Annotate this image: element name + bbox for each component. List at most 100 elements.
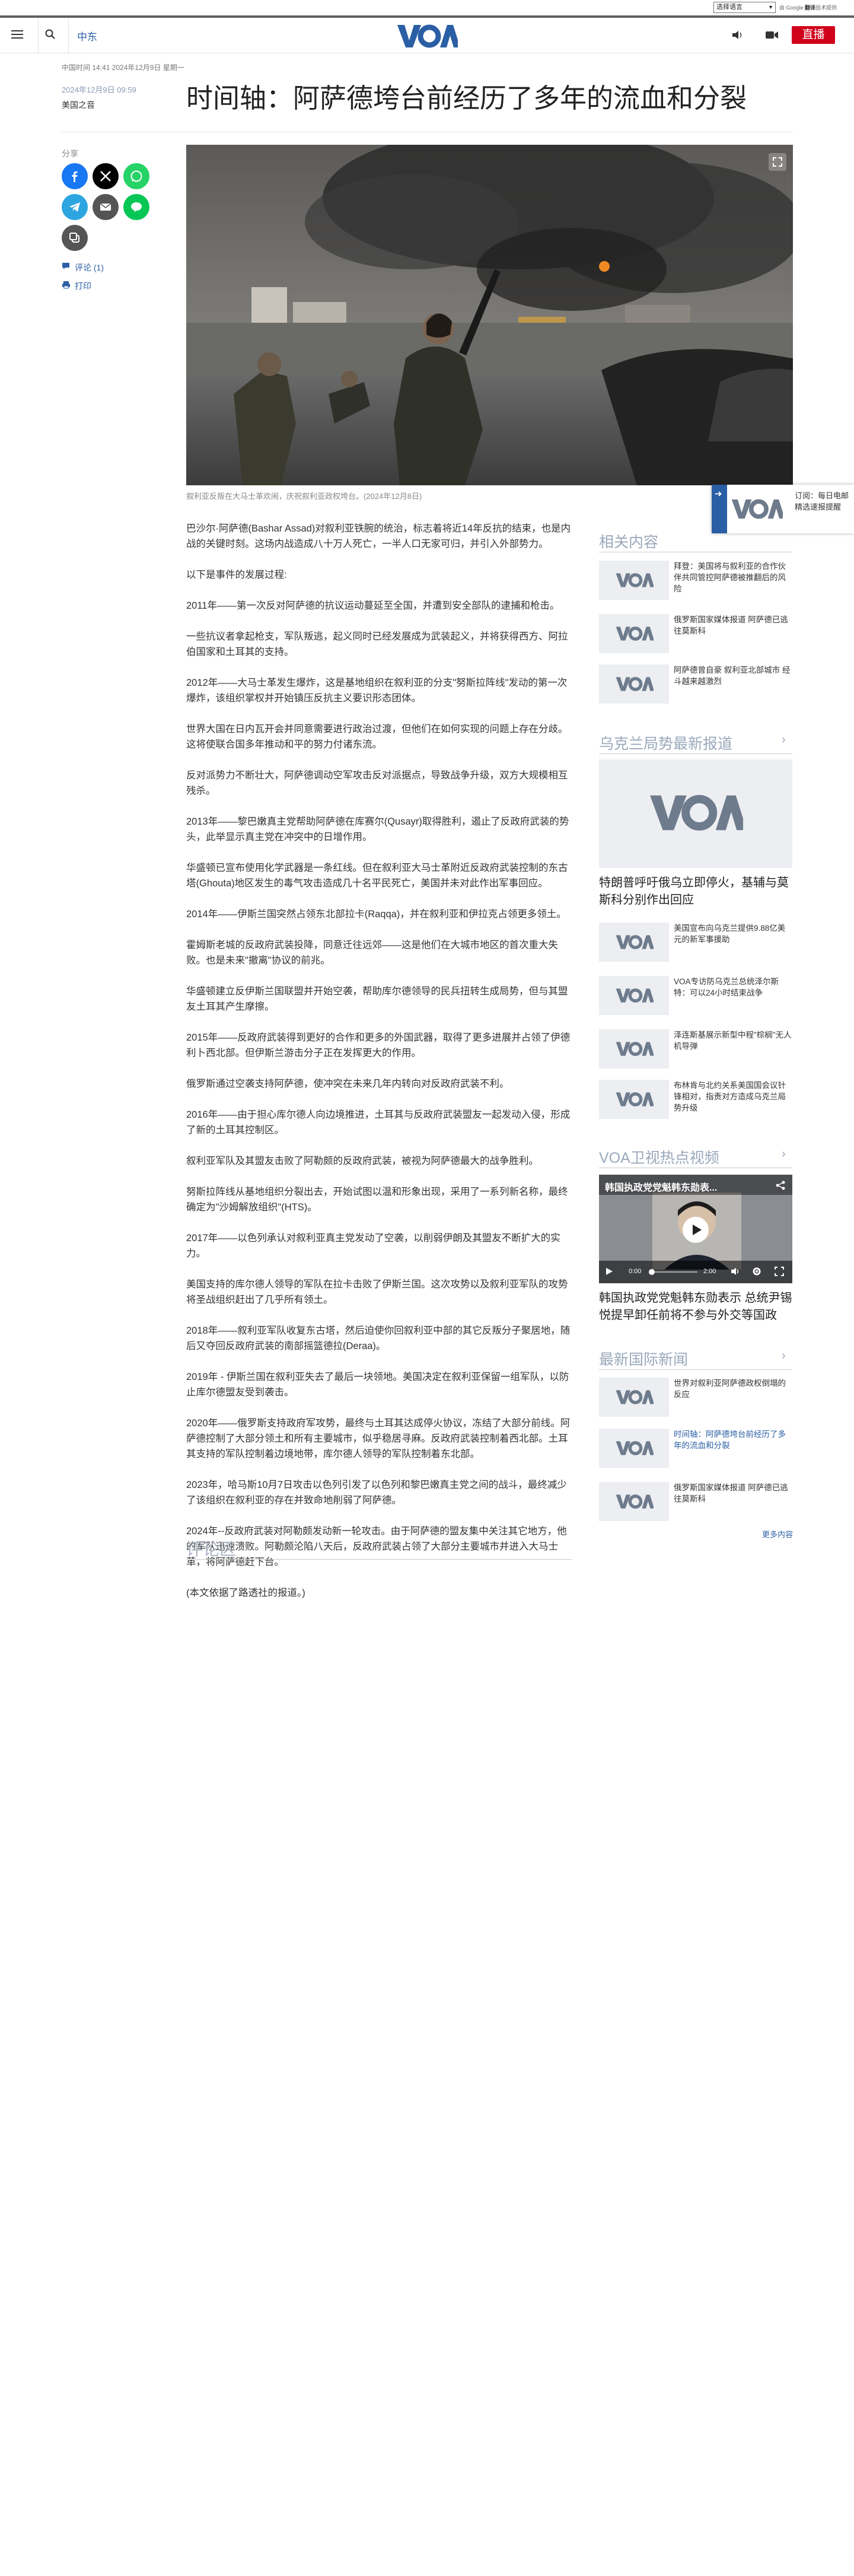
hamburger-icon[interactable]: [11, 30, 23, 39]
intl-thumb[interactable]: [599, 1378, 669, 1417]
ukraine-item[interactable]: 布林肯与北约关系美国国会议针锋相对，指责对方造成乌克兰局势升级: [674, 1080, 792, 1114]
article-paragraph: (本文依据了路透社的报道。): [186, 1588, 305, 1598]
video-progress-handle[interactable]: [649, 1269, 655, 1275]
comment-icon: [62, 263, 69, 269]
article-paragraph: 2011年——第一次反对阿萨德的抗议运动蔓延至全国，并遭到安全部队的逮捕和枪击。: [186, 600, 560, 611]
volume-icon[interactable]: [731, 1267, 740, 1276]
more-content-link[interactable]: 更多内容: [762, 1528, 793, 1540]
chevron-right-icon[interactable]: ›: [782, 1147, 786, 1161]
article-paragraph: 世界大国在日内瓦开会并同意需要进行政治过渡，但他们在如何实现的问题上存在分歧。这…: [186, 724, 568, 750]
ukraine-thumb[interactable]: [599, 1080, 669, 1119]
ukraine-item[interactable]: 美国宣布向乌克兰提供9.88亿美元的新军事援助: [674, 923, 792, 945]
article-paragraph: 2014年——伊斯兰国突然占领东北部拉卡(Raqqa)，并在叙利亚和伊拉克占领更…: [186, 909, 566, 920]
email-share-button[interactable]: [93, 194, 119, 220]
intl-news-heading[interactable]: 最新国际新闻: [599, 1348, 792, 1369]
related-item[interactable]: 拜登：美国将与叙利亚的合作伙伴共同管控阿萨德被推翻后的风险: [674, 561, 792, 594]
ukraine-thumb[interactable]: [599, 923, 669, 962]
copy-link-button[interactable]: [62, 225, 88, 251]
header-divider: [68, 18, 69, 53]
comments-heading: 评论区: [186, 1540, 237, 1559]
voa-logo-icon: [616, 1441, 654, 1455]
article-paragraph: 华盛顿已宣布使用化学武器是一条红线。但在叙利亚大马士革附近反政府武装控制的东古塔…: [186, 863, 568, 889]
telegram-icon: [69, 202, 80, 212]
voa-logo-icon: [616, 626, 654, 641]
video-heading[interactable]: VOA卫视热点视频: [599, 1146, 792, 1168]
image-caption: 叙利亚反叛在大马士革欢闹，庆祝叙利亚政权垮台。(2024年12月8日): [186, 492, 422, 501]
related-item[interactable]: 俄罗斯国家媒体报道 阿萨德已逃往莫斯科: [674, 614, 792, 637]
related-thumb[interactable]: [599, 614, 669, 653]
video-current-time: 0:00: [629, 1268, 642, 1275]
video-player[interactable]: 韩国执政党党魁韩东勋表... 0:00 2:00: [599, 1175, 792, 1283]
article-date: 2024年12月9日 09:59: [62, 85, 136, 94]
ukraine-heading[interactable]: 乌克兰局势最新报道: [599, 732, 792, 753]
google-translate-credit: 由 Google 翻译技术提供: [779, 4, 837, 11]
header-divider: [38, 18, 39, 53]
related-item[interactable]: 阿萨德曾自豪 叙利亚北部城市 经斗越来越激烈: [674, 664, 792, 687]
related-heading: 相关内容: [599, 534, 659, 551]
play-icon[interactable]: [605, 1267, 613, 1276]
video-total-time: 2:00: [703, 1268, 716, 1275]
subscribe-popup-text[interactable]: 订阅：每日电邮精选速报提醒: [795, 490, 854, 513]
article-timestamp: 中国时间 14:41 2024年12月9日 星期一: [62, 63, 184, 72]
search-icon[interactable]: [45, 29, 56, 40]
video-caption[interactable]: 韩国执政党党魁韩东勋表示 总统尹锡悦提早卸任前将不参与外交等国政: [599, 1290, 795, 1324]
ukraine-featured-thumb[interactable]: [599, 759, 792, 868]
voa-logo-icon: [650, 795, 743, 831]
video-camera-icon[interactable]: [766, 31, 779, 39]
article-section[interactable]: 美国之音: [62, 99, 95, 111]
chevron-right-icon[interactable]: ›: [782, 733, 786, 747]
facebook-share-button[interactable]: [62, 163, 88, 189]
article-paragraph: 2024年--反政府武装对阿勒颇发动新一轮攻击。由于阿萨德的盟友集中关注其它地方…: [186, 1526, 567, 1567]
live-button[interactable]: 直播: [792, 26, 835, 44]
language-select[interactable]: 选择语言 ▼: [713, 2, 776, 13]
article-paragraph: 俄罗斯通过空袭支持阿萨德，使冲突在未来几年内转向对反政府武装不利。: [186, 1079, 509, 1089]
whatsapp-share-button[interactable]: [123, 163, 149, 189]
print-link[interactable]: 打印: [75, 280, 91, 292]
comments-divider: [186, 1559, 572, 1560]
chevron-down-icon: ▼: [768, 4, 773, 10]
article-paragraph: 反对派势力不断壮大，阿萨德调动空军攻击反对派据点，导致战争升级，双方大规模相互残…: [186, 770, 568, 796]
article-paragraph: 2015年——反政府武装得到更好的合作和更多的外国武器，取得了更多进展并占领了伊…: [186, 1032, 571, 1058]
ukraine-thumb[interactable]: [599, 1029, 669, 1068]
comments-link[interactable]: 评论 (1): [75, 262, 104, 273]
share-label: 分享: [62, 149, 78, 158]
related-thumb[interactable]: [599, 561, 669, 600]
chevron-right-icon[interactable]: ›: [782, 1349, 786, 1363]
speaker-icon[interactable]: [732, 30, 744, 40]
ukraine-item[interactable]: VOA专访防乌克兰总统泽尔斯特：可以24小时结束战争: [674, 976, 792, 998]
article-paragraph: 美国支持的库尔德人领导的军队在拉卡击败了伊斯兰国。这次攻势以及叙利亚军队的攻势将…: [186, 1279, 568, 1305]
ukraine-item[interactable]: 泽连斯基展示新型中程"棕榈"无人机导弹: [674, 1029, 792, 1052]
voa-logo-icon: [616, 573, 654, 587]
line-share-button[interactable]: [123, 194, 149, 220]
video-title-overlay: 韩国执政党党魁韩东勋表...: [605, 1183, 718, 1193]
intl-news-divider: [599, 1369, 792, 1370]
translate-label[interactable]: 翻译: [805, 5, 815, 11]
ukraine-featured-title[interactable]: 特朗普呼吁俄乌立即停火，基辅与莫斯科分别作出回应: [599, 874, 795, 909]
related-thumb[interactable]: [599, 664, 669, 704]
ukraine-thumb[interactable]: [599, 976, 669, 1015]
nav-link-middle-east[interactable]: 中东: [77, 28, 97, 43]
share-icon[interactable]: [776, 1181, 785, 1190]
intl-thumb[interactable]: [599, 1429, 669, 1468]
video-progress-track[interactable]: [650, 1271, 697, 1273]
play-button-icon[interactable]: [683, 1217, 709, 1243]
article-paragraph: 努斯拉阵线从基地组织分裂出去，开始试图以温和形象出现，采用了一系列新名称，最终确…: [186, 1187, 568, 1213]
voa-logo-icon: [616, 935, 654, 949]
hero-image[interactable]: [186, 145, 793, 485]
fullscreen-icon[interactable]: [775, 1267, 784, 1276]
settings-gear-icon[interactable]: [752, 1267, 761, 1276]
article-paragraph: 2020年——俄罗斯支持政府军攻势，最终与土耳其达成停火协议，冻结了大部分前线。…: [186, 1418, 571, 1459]
voa-logo[interactable]: [396, 23, 458, 50]
x-share-button[interactable]: [93, 163, 119, 189]
intl-item[interactable]: 世界对叙利亚阿萨德政权倒塌的反应: [674, 1378, 792, 1400]
intl-item[interactable]: 俄罗斯国家媒体报道 阿萨德已逃往莫斯科: [674, 1482, 792, 1505]
intl-item-current[interactable]: 时间轴：阿萨德垮台前经历了多年的流血和分裂: [674, 1429, 792, 1451]
translate-tail: 技术提供: [815, 5, 837, 11]
article-paragraph: 霍姆斯老城的反政府武装投降，同意迁往远郊——这是他们在大城市地区的首次重大失败。…: [186, 940, 558, 966]
article-title: 时间轴：阿萨德垮台前经历了多年的流血和分裂: [186, 83, 747, 113]
arrow-right-icon[interactable]: ➜: [715, 488, 722, 499]
telegram-share-button[interactable]: [62, 194, 88, 220]
fullscreen-icon[interactable]: [769, 153, 786, 171]
article-paragraph: 2013年——黎巴嫩真主党帮助阿萨德在库赛尔(Qusayr)取得胜利，遏止了反政…: [186, 816, 569, 842]
intl-thumb[interactable]: [599, 1482, 669, 1521]
